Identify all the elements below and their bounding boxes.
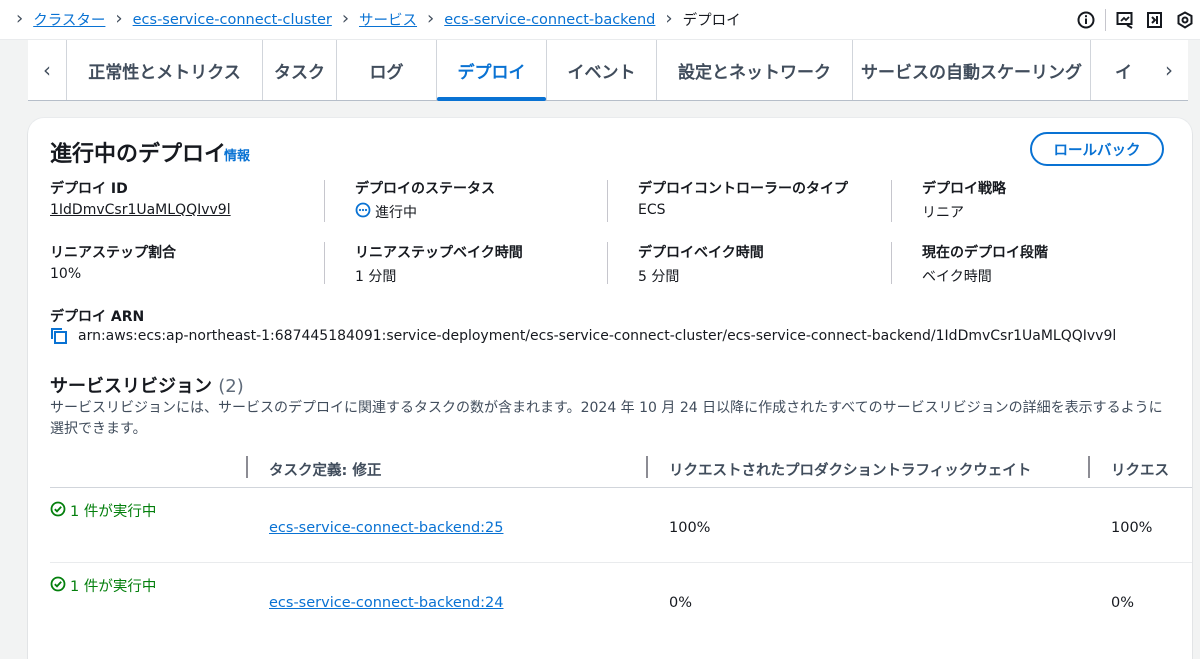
column-header-task-definition[interactable]: タスク定義: 修正 xyxy=(269,459,381,480)
divider xyxy=(891,180,892,222)
step-bake-field: リニアステップベイク時間 1 分間 xyxy=(355,242,523,286)
step-percent-label: リニアステップ割合 xyxy=(50,245,176,261)
next-column-value: 0% xyxy=(1111,595,1135,611)
table-row: 1 件が実行中 ecs-service-connect-backend:24 0… xyxy=(50,563,1192,638)
column-resizer[interactable] xyxy=(1088,456,1090,478)
revisions-title: サービスリビジョン (2) xyxy=(50,372,244,398)
tabs-bar: ‹ 正常性とメトリクス タスク ログ デプロイ イベント 設定とネットワーク サ… xyxy=(28,40,1188,101)
tab-events[interactable]: イベント xyxy=(546,40,656,100)
step-percent-value: 10% xyxy=(50,266,82,282)
strategy-label: デプロイ戦略 xyxy=(922,181,1006,197)
breadcrumb: › クラスター › ecs-service-connect-cluster › … xyxy=(0,8,741,31)
chevron-right-icon: › xyxy=(16,8,24,29)
chevron-right-icon: › xyxy=(665,8,673,29)
running-status: 1 件が実行中 xyxy=(50,575,156,596)
column-header-requested-weight[interactable]: リクエストされたプロダクショントラフィックウェイト xyxy=(669,459,1031,480)
next-column-value: 100% xyxy=(1111,520,1153,536)
breadcrumb-clusters[interactable]: クラスター xyxy=(33,9,105,30)
divider xyxy=(607,180,608,222)
tab-configuration-networking[interactable]: 設定とネットワーク xyxy=(656,40,852,100)
rollback-button[interactable]: ロールバック xyxy=(1030,132,1164,166)
divider xyxy=(1105,9,1106,31)
requested-weight-value: 100% xyxy=(669,520,711,536)
table-header: タスク定義: 修正 リクエストされたプロダクショントラフィックウェイト リクエス xyxy=(50,450,1192,488)
stage-field: 現在のデプロイ段階 ベイク時間 xyxy=(922,242,1048,286)
revisions-count: (2) xyxy=(218,376,244,397)
tab-health-metrics[interactable]: 正常性とメトリクス xyxy=(66,40,262,100)
breadcrumb-current: デプロイ xyxy=(682,13,741,29)
deployment-container: 進行中のデプロイ 情報 ロールバック デプロイ ID 1IdDmvCsr1UaM… xyxy=(28,118,1192,659)
breadcrumb-cluster[interactable]: ecs-service-connect-cluster xyxy=(133,12,332,28)
bake-time-field: デプロイベイク時間 5 分間 xyxy=(638,242,764,286)
info-link[interactable]: 情報 xyxy=(224,145,250,164)
column-resizer[interactable] xyxy=(246,456,248,478)
controller-label: デプロイコントローラーのタイプ xyxy=(638,181,848,197)
task-definition-link[interactable]: ecs-service-connect-backend:24 xyxy=(269,595,503,611)
arn-value: arn:aws:ecs:ap-northeast-1:687445184091:… xyxy=(78,328,1117,344)
deploy-id-label: デプロイ ID xyxy=(50,181,128,197)
running-status-text: 1 件が実行中 xyxy=(70,579,157,595)
deploy-status-text: 進行中 xyxy=(375,205,417,221)
chevron-right-icon: › xyxy=(427,8,435,29)
task-definition-link[interactable]: ecs-service-connect-backend:25 xyxy=(269,520,503,536)
step-percent-field: リニアステップ割合 10% xyxy=(50,242,176,282)
check-circle-icon xyxy=(50,501,66,521)
stage-label: 現在のデプロイ段階 xyxy=(922,245,1048,261)
bake-time-label: デプロイベイク時間 xyxy=(638,245,764,261)
revisions-description: サービスリビジョンには、サービスのデプロイに関連するタスクの数が含まれます。20… xyxy=(50,400,1163,437)
scroll-right-icon[interactable]: › xyxy=(1150,40,1188,100)
panel-toggle-icon[interactable] xyxy=(1140,0,1170,40)
column-header-truncated[interactable]: リクエス xyxy=(1111,459,1171,480)
tab-tasks[interactable]: タスク xyxy=(262,40,336,100)
breadcrumb-service[interactable]: ecs-service-connect-backend xyxy=(444,12,655,28)
page-title: 進行中のデプロイ xyxy=(50,142,227,167)
divider xyxy=(607,242,608,284)
arn-row: arn:aws:ecs:ap-northeast-1:687445184091:… xyxy=(50,326,1116,346)
top-bar: › クラスター › ecs-service-connect-cluster › … xyxy=(0,0,1200,40)
deploy-status-field: デプロイのステータス 進行中 xyxy=(355,178,495,222)
requested-weight-value: 0% xyxy=(669,595,693,611)
strategy-value: リニア xyxy=(922,205,964,221)
controller-field: デプロイコントローラーのタイプ ECS xyxy=(638,178,848,218)
top-icons xyxy=(1071,0,1200,40)
settings-icon[interactable] xyxy=(1170,0,1200,40)
copy-icon[interactable] xyxy=(50,326,70,346)
check-circle-icon xyxy=(50,576,66,596)
deploy-status-value: 進行中 xyxy=(355,202,495,222)
step-bake-value: 1 分間 xyxy=(355,269,397,285)
divider xyxy=(891,242,892,284)
tab-service-auto-scaling[interactable]: サービスの自動スケーリング xyxy=(852,40,1090,100)
tab-truncated[interactable]: イ xyxy=(1090,40,1150,100)
scroll-left-icon[interactable]: ‹ xyxy=(28,40,66,100)
chevron-right-icon: › xyxy=(115,8,123,29)
controller-value: ECS xyxy=(638,202,666,218)
info-icon[interactable] xyxy=(1071,0,1101,40)
step-bake-label: リニアステップベイク時間 xyxy=(355,245,523,261)
deploy-id-field: デプロイ ID 1IdDmvCsr1UaMLQQIvv9l xyxy=(50,178,231,218)
strategy-field: デプロイ戦略 リニア xyxy=(922,178,1006,222)
stage-value: ベイク時間 xyxy=(922,269,992,285)
in-progress-icon xyxy=(355,202,371,222)
deploy-id-link[interactable]: 1IdDmvCsr1UaMLQQIvv9l xyxy=(50,202,231,218)
tab-logs[interactable]: ログ xyxy=(336,40,436,100)
arn-label: デプロイ ARN xyxy=(50,309,145,325)
feedback-icon[interactable] xyxy=(1110,0,1140,40)
revisions-title-text: サービスリビジョン xyxy=(50,376,212,397)
bake-time-value: 5 分間 xyxy=(638,269,680,285)
divider xyxy=(324,242,325,284)
deploy-status-label: デプロイのステータス xyxy=(355,181,495,197)
divider xyxy=(324,180,325,222)
table-row: 1 件が実行中 ecs-service-connect-backend:25 1… xyxy=(50,488,1192,563)
running-status: 1 件が実行中 xyxy=(50,500,156,521)
tab-deployments[interactable]: デプロイ xyxy=(436,40,546,101)
breadcrumb-services[interactable]: サービス xyxy=(359,9,417,30)
chevron-right-icon: › xyxy=(341,8,350,29)
running-status-text: 1 件が実行中 xyxy=(70,504,157,520)
column-resizer[interactable] xyxy=(646,456,648,478)
